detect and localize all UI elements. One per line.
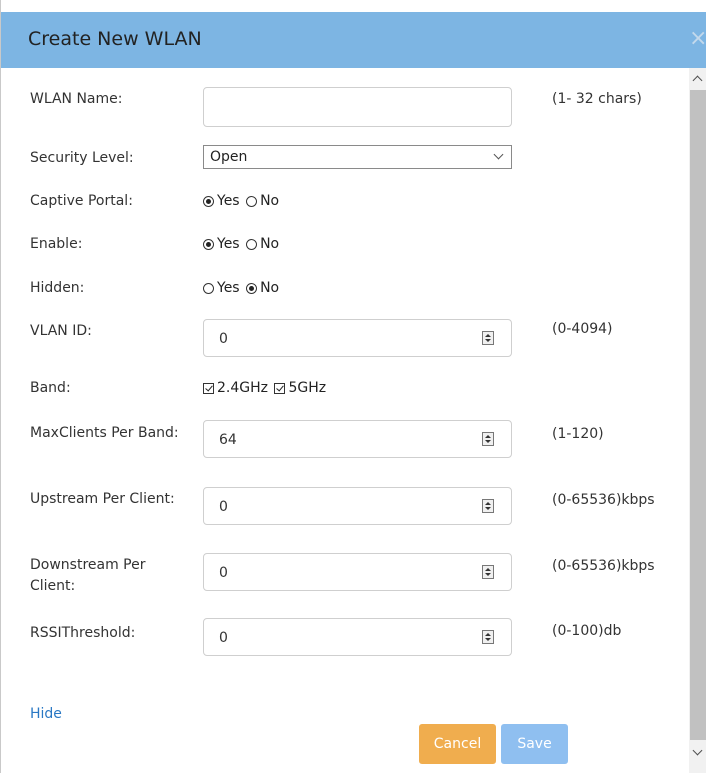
security-level-select[interactable]: Open bbox=[203, 145, 512, 169]
security-level-label: Security Level: bbox=[30, 150, 134, 166]
enable-label: Enable: bbox=[30, 236, 83, 252]
vlan-id-input[interactable]: 0 bbox=[203, 319, 512, 357]
band-label: Band: bbox=[30, 380, 71, 396]
spinner-icon[interactable] bbox=[482, 432, 494, 446]
rssi-input[interactable]: 0 bbox=[203, 618, 512, 656]
hide-link[interactable]: Hide bbox=[30, 706, 62, 722]
captive-portal-no-option[interactable]: No bbox=[246, 193, 279, 209]
cancel-button[interactable]: Cancel bbox=[419, 724, 496, 764]
upstream-input[interactable]: 0 bbox=[203, 487, 512, 525]
hidden-no-option[interactable]: No bbox=[246, 280, 279, 296]
enable-no-option[interactable]: No bbox=[246, 236, 279, 252]
radio-selected-icon[interactable] bbox=[203, 238, 214, 250]
radio-selected-icon[interactable] bbox=[246, 282, 258, 294]
downstream-hint: (0-65536)kbps bbox=[552, 558, 655, 574]
dialog-body: WLAN Name: (1- 32 chars) Security Level:… bbox=[1, 68, 689, 773]
scroll-down-icon[interactable] bbox=[692, 745, 703, 756]
hidden-radio-group: Yes No bbox=[203, 280, 281, 298]
wlan-name-input[interactable] bbox=[203, 87, 512, 127]
band-5ghz-option[interactable]: 5GHz bbox=[274, 380, 326, 396]
captive-portal-label: Captive Portal: bbox=[30, 193, 133, 209]
vlan-id-value: 0 bbox=[219, 331, 228, 347]
radio-unselected-icon[interactable] bbox=[203, 282, 214, 294]
captive-portal-yes-option[interactable]: Yes bbox=[203, 193, 240, 209]
vlan-id-label: VLAN ID: bbox=[30, 323, 92, 339]
checkbox-checked-icon[interactable] bbox=[203, 382, 214, 394]
radio-unselected-icon[interactable] bbox=[246, 195, 258, 207]
max-clients-value: 64 bbox=[219, 432, 237, 448]
upstream-label: Upstream Per Client: bbox=[30, 491, 175, 507]
checkbox-checked-icon[interactable] bbox=[274, 382, 286, 394]
scroll-up-icon[interactable] bbox=[692, 75, 703, 86]
hidden-label: Hidden: bbox=[30, 280, 85, 296]
spinner-icon[interactable] bbox=[482, 499, 494, 513]
scrollbar-thumb[interactable] bbox=[690, 90, 706, 740]
max-clients-input[interactable]: 64 bbox=[203, 420, 512, 458]
rssi-label: RSSIThreshold: bbox=[30, 625, 136, 641]
hidden-yes-option[interactable]: Yes bbox=[203, 280, 240, 296]
scrollbar[interactable] bbox=[689, 68, 706, 773]
wlan-name-hint: (1- 32 chars) bbox=[552, 91, 642, 107]
captive-portal-radio-group: Yes No bbox=[203, 193, 281, 211]
rssi-hint: (0-100)db bbox=[552, 623, 622, 639]
radio-selected-icon[interactable] bbox=[203, 195, 214, 207]
band-2-4ghz-option[interactable]: 2.4GHz bbox=[203, 380, 268, 396]
vlan-id-hint: (0-4094) bbox=[552, 321, 613, 337]
security-level-value: Open bbox=[210, 149, 248, 165]
downstream-input[interactable]: 0 bbox=[203, 553, 512, 591]
downstream-value: 0 bbox=[219, 565, 228, 581]
upstream-value: 0 bbox=[219, 499, 228, 515]
create-wlan-dialog: Create New WLAN × WLAN Name: (1- 32 char… bbox=[0, 0, 706, 773]
save-button[interactable]: Save bbox=[501, 724, 568, 764]
max-clients-hint: (1-120) bbox=[552, 426, 604, 442]
enable-radio-group: Yes No bbox=[203, 236, 281, 254]
max-clients-label: MaxClients Per Band: bbox=[30, 425, 179, 441]
wlan-name-label: WLAN Name: bbox=[30, 91, 123, 107]
rssi-value: 0 bbox=[219, 630, 228, 646]
spinner-icon[interactable] bbox=[482, 565, 494, 579]
band-checkbox-group: 2.4GHz 5GHz bbox=[203, 380, 328, 398]
downstream-label: Downstream Per Client: bbox=[30, 557, 146, 594]
dialog-title: Create New WLAN bbox=[28, 28, 202, 50]
close-icon[interactable]: × bbox=[689, 26, 706, 51]
spinner-icon[interactable] bbox=[482, 331, 494, 345]
chevron-down-icon bbox=[493, 149, 504, 160]
dialog-header: Create New WLAN × bbox=[1, 12, 706, 68]
enable-yes-option[interactable]: Yes bbox=[203, 236, 240, 252]
spinner-icon[interactable] bbox=[482, 630, 494, 644]
upstream-hint: (0-65536)kbps bbox=[552, 492, 655, 508]
radio-unselected-icon[interactable] bbox=[246, 238, 258, 250]
